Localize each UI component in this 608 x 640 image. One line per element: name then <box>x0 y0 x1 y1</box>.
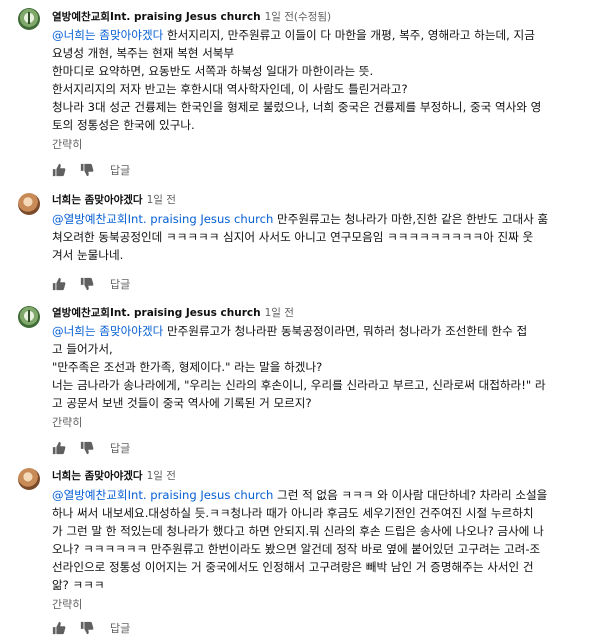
avatar[interactable] <box>18 193 40 215</box>
comment-text-line: 가 그런 말 한 적있는데 청나라가 했다고 하면 안되지.뭐 신라의 후손 드… <box>52 524 544 538</box>
mention-link[interactable]: @너희는 좀맞아야겠다 <box>52 324 163 338</box>
comment-text-line: 고 공문서 보낸 것들이 중국 역사에 기록된 거 모르지? <box>52 396 312 410</box>
dislike-icon[interactable] <box>80 441 94 455</box>
comment-text-line: 하나 써서 내보세요.대성하실 듯.ㅋㅋ청나라 때가 아니라 후금도 세우기전인… <box>52 506 534 520</box>
like-icon[interactable] <box>52 621 66 635</box>
comment-actions: 답글 <box>52 162 130 178</box>
comment-text-line: 고 들어가서, <box>52 342 113 356</box>
comment-text-line: 앎? ㅋㅋㅋ <box>52 578 105 592</box>
mention-link[interactable]: @열방예찬교회Int. praising Jesus church <box>52 212 273 226</box>
comment-text-line: 오나? ㅋㅋㅋㅋㅋㅋ 만주원류고 한번이라도 봤으면 알건데 정작 바로 옆에 … <box>52 542 541 556</box>
dislike-icon[interactable] <box>80 621 94 635</box>
dislike-icon[interactable] <box>80 277 94 291</box>
like-icon[interactable] <box>52 163 66 177</box>
avatar[interactable] <box>18 306 40 328</box>
comment-header: 너희는 좀맞아야겠다 1일 전 <box>52 469 176 483</box>
show-less-button[interactable]: 간략히 <box>52 596 82 612</box>
comment-text-line: 청나라 3대 성군 건륭제는 한국인을 형제로 불렀으나, 너희 중국은 건륭제… <box>52 100 542 114</box>
reply-button[interactable]: 답글 <box>110 440 130 456</box>
author-name[interactable]: 열방예찬교회Int. praising Jesus church <box>52 307 261 319</box>
comment-header: 너희는 좀맞아야겠다 1일 전 <box>52 193 176 207</box>
comment-text-line: 너는 금나라가 송나라에게, "우리는 신라의 후손이니, 우리를 신라라고 부… <box>52 378 546 392</box>
like-icon[interactable] <box>52 277 66 291</box>
comment-text-line: 겨서 눈물나네. <box>52 248 124 262</box>
like-icon[interactable] <box>52 441 66 455</box>
comment-text-line: 한서지리지, 만주원류고 이들이 다 마한을 개평, 복주, 영해라고 하는데,… <box>163 28 535 42</box>
timestamp[interactable]: 1일 전(수정됨) <box>265 11 332 23</box>
timestamp[interactable]: 1일 전 <box>265 307 294 319</box>
comment-header: 열방예찬교회Int. praising Jesus church 1일 전 <box>52 306 294 320</box>
comment-actions: 답글 <box>52 440 130 456</box>
show-less-button[interactable]: 간략히 <box>52 414 82 430</box>
author-name[interactable]: 너희는 좀맞아야겠다 <box>52 470 143 482</box>
comment-text-line: 요녕성 개현, 복주는 현재 복현 서북부 <box>52 46 235 60</box>
avatar[interactable] <box>18 468 40 490</box>
comment-text: @열방예찬교회Int. praising Jesus church 그런 적 없… <box>52 486 592 594</box>
comment-text-line: "만주족은 조선과 한가족, 형제이다." 라는 말을 하겠나? <box>52 360 323 374</box>
comment-text-line: 만주원류고가 청나라판 동북공정이라면, 뭐하러 청나라가 조선한테 한수 접 <box>163 324 528 338</box>
mention-link[interactable]: @열방예찬교회Int. praising Jesus church <box>52 488 273 502</box>
avatar[interactable] <box>18 8 40 30</box>
comment-text: @열방예찬교회Int. praising Jesus church 만주원류고는… <box>52 210 592 264</box>
comment-text-line: 쳐오려한 동북공정인데 ㅋㅋㅋㅋㅋ 심지어 사서도 아니고 연구모음임 ㅋㅋㅋㅋ… <box>52 230 534 244</box>
comment-text: @너희는 좀맞아야겠다 만주원류고가 청나라판 동북공정이라면, 뭐하러 청나라… <box>52 322 592 412</box>
comment-actions: 답글 <box>52 276 130 292</box>
reply-button[interactable]: 답글 <box>110 276 130 292</box>
dislike-icon[interactable] <box>80 163 94 177</box>
comment-text-line: 한서지리지의 저자 반고는 후한시대 역사학자인데, 이 사람도 틀린거라고? <box>52 82 408 96</box>
comment-text-line: 한마디로 요약하면, 요동반도 서쪽과 하북성 일대가 마한이라는 뜻. <box>52 64 374 78</box>
comment-text-line: 만주원류고는 청나라가 마한,진한 같은 한반도 고대사 훔 <box>273 212 549 226</box>
reply-button[interactable]: 답글 <box>110 162 130 178</box>
author-name[interactable]: 열방예찬교회Int. praising Jesus church <box>52 11 261 23</box>
timestamp[interactable]: 1일 전 <box>147 470 176 482</box>
timestamp[interactable]: 1일 전 <box>147 194 176 206</box>
author-name[interactable]: 너희는 좀맞아야겠다 <box>52 194 143 206</box>
comment-text-line: 선라인으로 정통성 이어지는 거 중국에서도 인정해서 고구려랑은 빼박 남인 … <box>52 560 534 574</box>
comment-text-line: 토의 정통성은 한국에 있구나. <box>52 118 195 132</box>
comment-text-line: 그런 적 없음 ㅋㅋㅋ 와 이사람 대단하네? 차라리 소설을 <box>273 488 548 502</box>
comment-header: 열방예찬교회Int. praising Jesus church 1일 전(수정됨… <box>52 10 331 24</box>
comment-text: @너희는 좀맞아야겠다 한서지리지, 만주원류고 이들이 다 마한을 개평, 복… <box>52 26 592 134</box>
mention-link[interactable]: @너희는 좀맞아야겠다 <box>52 28 163 42</box>
show-less-button[interactable]: 간략히 <box>52 136 82 152</box>
comment-actions: 답글 <box>52 620 130 636</box>
reply-button[interactable]: 답글 <box>110 620 130 636</box>
comment-thread: 열방예찬교회Int. praising Jesus church 1일 전(수정됨… <box>0 0 608 640</box>
